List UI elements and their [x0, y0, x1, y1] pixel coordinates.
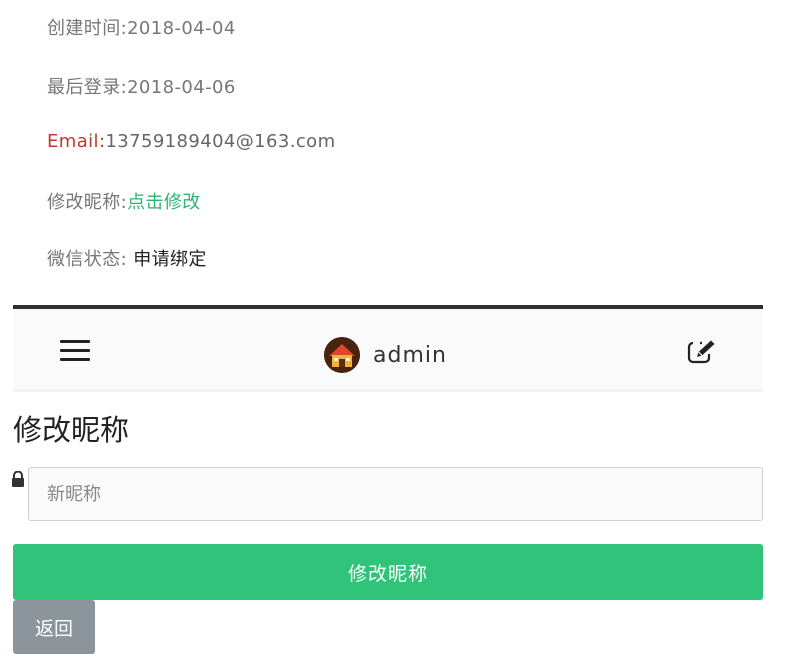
created-time-value: 2018-04-04	[127, 18, 236, 39]
lock-icon	[11, 470, 25, 487]
email-row: Email:13759189404@163.com	[47, 131, 336, 152]
nickname-row: 修改昵称:点击修改	[47, 188, 201, 214]
edit-nickname-link[interactable]: 点击修改	[127, 192, 201, 213]
wechat-bind-link[interactable]: 申请绑定	[133, 249, 207, 270]
email-value: 13759189404@163.com	[105, 131, 336, 152]
created-time-row: 创建时间:2018-04-04	[47, 14, 236, 40]
house-avatar-icon	[324, 337, 360, 373]
profile-info-panel: 创建时间:2018-04-04 最后登录:2018-04-06 Email:13…	[0, 0, 791, 305]
page-title: 修改昵称	[13, 413, 130, 447]
new-nickname-input[interactable]	[28, 467, 763, 521]
screen: 创建时间:2018-04-04 最后登录:2018-04-06 Email:13…	[0, 0, 791, 665]
edit-nickname-page: admin 修改昵称 修改昵称 返回	[0, 305, 763, 665]
last-login-value: 2018-04-06	[127, 77, 236, 98]
email-label: Email:	[47, 131, 106, 152]
last-login-row: 最后登录:2018-04-06	[47, 73, 236, 99]
last-login-label: 最后登录:	[47, 77, 128, 98]
created-time-label: 创建时间:	[47, 18, 128, 39]
edit-pencil-icon[interactable]	[687, 339, 717, 365]
hamburger-menu-icon[interactable]	[60, 340, 90, 362]
wechat-status-label: 微信状态:	[47, 249, 134, 270]
user-info[interactable]: admin	[324, 336, 447, 374]
top-navbar: admin	[13, 305, 763, 392]
back-button[interactable]: 返回	[13, 600, 95, 654]
username: admin	[373, 342, 447, 368]
wechat-status-row: 微信状态: 申请绑定	[47, 245, 207, 271]
nickname-label: 修改昵称:	[47, 192, 128, 213]
submit-nickname-button[interactable]: 修改昵称	[13, 544, 763, 600]
